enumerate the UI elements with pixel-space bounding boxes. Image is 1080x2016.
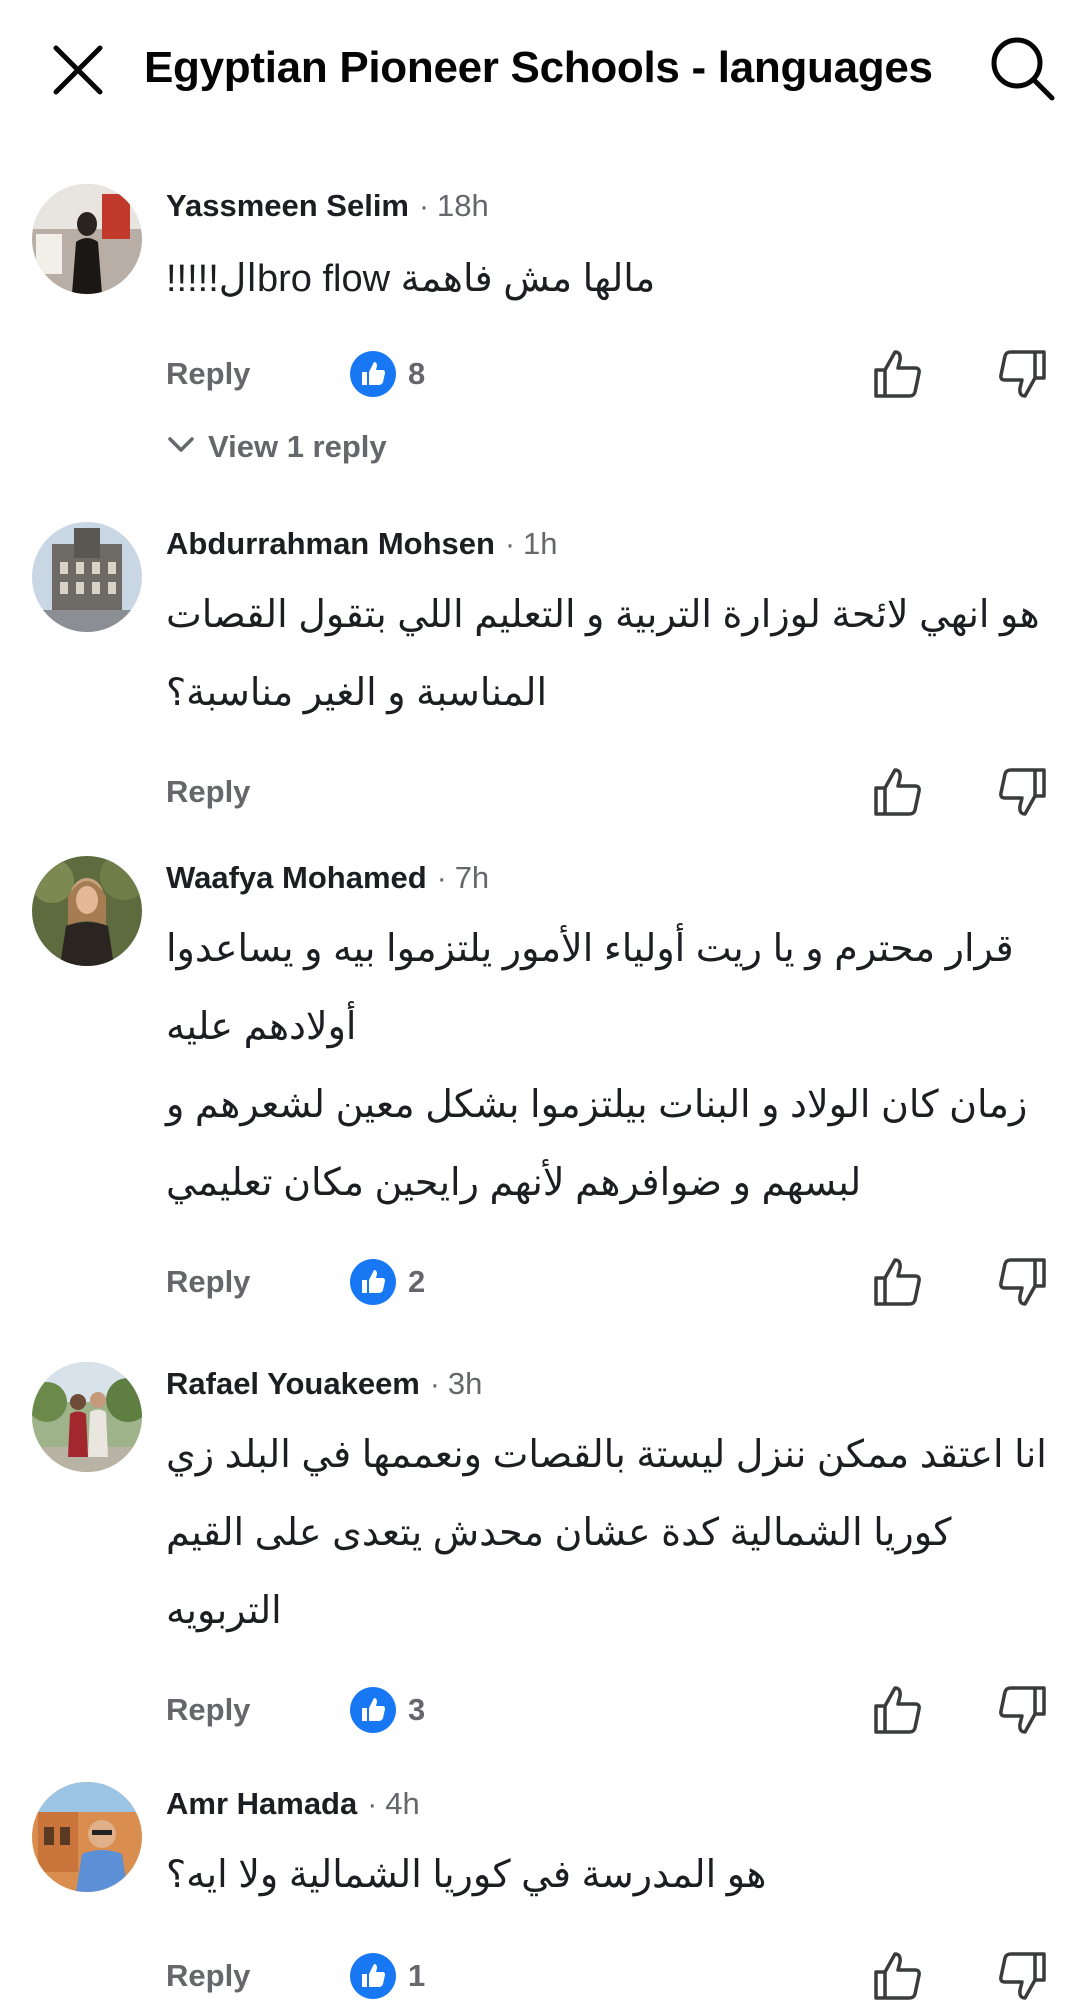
author-name[interactable]: Yassmeen Selim [166,188,409,223]
reply-button[interactable]: Reply [166,1946,250,2006]
comment-actions: Reply 1 [166,1946,1066,2006]
thumbs-up-icon[interactable] [868,1946,928,2006]
author-name[interactable]: Rafael Youakeem [166,1366,420,1401]
comment-line: كوريا الشمالية كدة عشان محدش يتعدى على ا… [166,1494,1054,1572]
view-replies-label: View 1 reply [208,429,387,464]
comment-line: أولادهم عليه [166,988,1054,1066]
comment-time: 1h [522,526,558,561]
comment-line: !!!!!الbro flow مالها مش فاهمة [166,240,1054,318]
thumbs-down-icon[interactable] [992,1252,1052,1312]
comment-actions: Reply 2 [166,1252,1066,1312]
separator: · [504,528,515,561]
comment-line: زمان كان الولاد و البنات بيلتزموا بشكل م… [166,1066,1054,1144]
avatar[interactable] [32,184,142,294]
chevron-down-icon [166,424,196,474]
comment-time: 7h [454,860,490,895]
like-summary[interactable]: 1 [350,1952,425,2000]
comment-meta: Rafael Youakeem · 3h [166,1362,482,1406]
author-name[interactable]: Waafya Mohamed [166,860,427,895]
comment-body: !!!!!الbro flow مالها مش فاهمة [166,240,1054,318]
comment-line-text: كوريا الشمالية كدة عشان محدش يتعدى على ا… [166,1512,952,1554]
comment-actions: Reply 3 [166,1680,1066,1740]
comment-meta: Amr Hamada · 4h [166,1782,420,1826]
view-replies-button[interactable]: View 1 reply [166,422,387,472]
comment-line-text: زمان كان الولاد و البنات بيلتزموا بشكل م… [166,1084,1028,1126]
thumbs-down-icon[interactable] [992,1946,1052,2006]
comment-actions: Reply 8 [166,344,1066,404]
comment-line: التربويه [166,1572,1054,1650]
like-badge-icon [350,1687,396,1733]
like-badge-icon [350,351,396,397]
comment-line-text: المناسبة و الغير مناسبة؟ [166,672,548,714]
reply-button[interactable]: Reply [166,1680,250,1740]
comment-line: المناسبة و الغير مناسبة؟ [166,654,1054,732]
comment-body: قرار محترم و يا ريت أولياء الأمور يلتزمو… [166,910,1054,1222]
comment-body: هو المدرسة في كوريا الشمالية ولا ايه؟ [166,1836,1054,1914]
like-count: 8 [408,356,426,391]
comment-meta: Yassmeen Selim · 18h [166,184,489,228]
comment-line-text: لبسهم و ضوافرهم لأنهم رايحين مكان تعليمي [166,1162,862,1204]
separator: · [419,190,429,223]
thumbs-down-icon[interactable] [992,762,1052,822]
thumbs-up-icon[interactable] [868,1680,928,1740]
comment-line: هو المدرسة في كوريا الشمالية ولا ايه؟ [166,1836,1054,1914]
page-title: Egyptian Pioneer Schools - languages [144,43,933,92]
avatar[interactable] [32,522,142,632]
comment-body: انا اعتقد ممكن ننزل ليستة بالقصات ونعممه… [166,1416,1054,1650]
like-count: 1 [408,1958,426,1993]
separator: · [436,862,447,895]
like-count: 3 [408,1692,426,1727]
thumbs-up-icon[interactable] [868,1252,928,1312]
avatar[interactable] [32,856,142,966]
like-badge-icon [350,1953,396,1999]
comment-line-text: قرار محترم و يا ريت أولياء الأمور يلتزمو… [166,928,1014,970]
close-icon[interactable] [48,40,108,100]
comment-meta: Abdurrahman Mohsen · 1h [166,522,557,566]
like-summary[interactable]: 2 [350,1258,425,1306]
top-bar: Egyptian Pioneer Schools - languages [0,0,1080,140]
comment-meta: Waafya Mohamed · 7h [166,856,489,900]
author-name[interactable]: Amr Hamada [166,1786,357,1821]
like-badge-icon [350,1259,396,1305]
thumbs-up-icon[interactable] [868,344,928,404]
comment-line: هو انهي لائحة لوزارة التربية و التعليم ا… [166,576,1054,654]
comment-time: 4h [385,1786,420,1821]
comment-line-text: أولادهم عليه [166,1006,357,1048]
separator: · [367,1788,378,1821]
reply-button[interactable]: Reply [166,1252,250,1312]
search-icon[interactable] [984,30,1060,106]
thumbs-up-icon[interactable] [868,762,928,822]
like-summary[interactable]: 8 [350,350,425,398]
comment-line-text: !!!!!الbro flow مالها مش فاهمة [166,258,656,300]
comment-line-text: هو انهي لائحة لوزارة التربية و التعليم ا… [166,594,1040,636]
comment-line: قرار محترم و يا ريت أولياء الأمور يلتزمو… [166,910,1054,988]
avatar[interactable] [32,1782,142,1892]
comment-line: لبسهم و ضوافرهم لأنهم رايحين مكان تعليمي [166,1144,1054,1222]
like-summary[interactable]: 3 [350,1686,425,1734]
comment-time: 3h [447,1366,483,1401]
reply-button[interactable]: Reply [166,762,250,822]
comment-time: 18h [437,188,489,223]
comment-actions: Reply [166,762,1066,822]
thumbs-down-icon[interactable] [992,1680,1052,1740]
comment-body: هو انهي لائحة لوزارة التربية و التعليم ا… [166,576,1054,732]
comment-line-text: التربويه [166,1590,282,1632]
comment-line-text: هو المدرسة في كوريا الشمالية ولا ايه؟ [166,1854,767,1896]
comment-line-text: انا اعتقد ممكن ننزل ليستة بالقصات ونعممه… [166,1434,1047,1476]
like-count: 2 [408,1264,426,1299]
author-name[interactable]: Abdurrahman Mohsen [166,526,495,561]
separator: · [429,1368,440,1401]
thumbs-down-icon[interactable] [992,344,1052,404]
avatar[interactable] [32,1362,142,1472]
reply-button[interactable]: Reply [166,344,250,404]
comment-line: انا اعتقد ممكن ننزل ليستة بالقصات ونعممه… [166,1416,1054,1494]
